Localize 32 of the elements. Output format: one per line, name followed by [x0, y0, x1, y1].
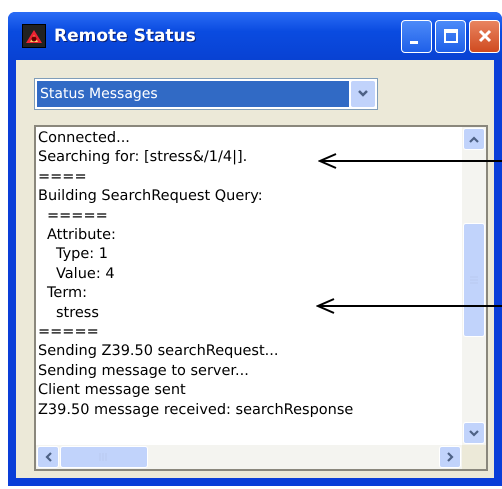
log-line: Z39.50 message received: searchResponse: [38, 402, 354, 418]
log-line: Term:: [47, 285, 88, 302]
scroll-thumb[interactable]: [60, 446, 148, 468]
dropdown[interactable]: Status Messages: [34, 78, 378, 110]
chevron-left-icon: [44, 452, 52, 462]
log-line: Attribute:: [47, 227, 116, 244]
vertical-scrollbar[interactable]: [462, 127, 486, 445]
log-line: Type: 1: [56, 246, 108, 262]
log-line: Sending Z39.50 searchRequest...: [38, 343, 278, 360]
window-title: Remote Status: [54, 26, 197, 46]
scroll-thumb[interactable]: [463, 223, 485, 337]
chevron-up-icon: [469, 136, 479, 142]
log-line: =====: [38, 324, 99, 340]
log-line: Client message sent: [38, 382, 186, 398]
maximize-button[interactable]: [435, 20, 466, 52]
log-line: Building SearchRequest Query:: [38, 188, 263, 204]
log-line: ====: [38, 168, 87, 185]
log-line: Searching for: [stress&/1/4|].: [38, 149, 248, 166]
horizontal-scrollbar[interactable]: [36, 445, 462, 469]
close-button[interactable]: [469, 20, 500, 52]
scrollbar-corner: [462, 445, 486, 469]
chevron-down-icon: [469, 430, 479, 436]
minimize-icon: [410, 40, 418, 44]
log-line: Value: 4: [56, 266, 115, 282]
log-line: stress: [56, 304, 99, 321]
log-line: Sending message to server...: [38, 362, 249, 379]
log-line: Connected...: [38, 130, 130, 146]
app-icon: [22, 24, 46, 48]
minimize-button[interactable]: [401, 20, 432, 52]
log-line: =====: [47, 208, 108, 224]
chevron-right-icon: [446, 452, 454, 462]
chevron-down-icon: [357, 90, 369, 98]
